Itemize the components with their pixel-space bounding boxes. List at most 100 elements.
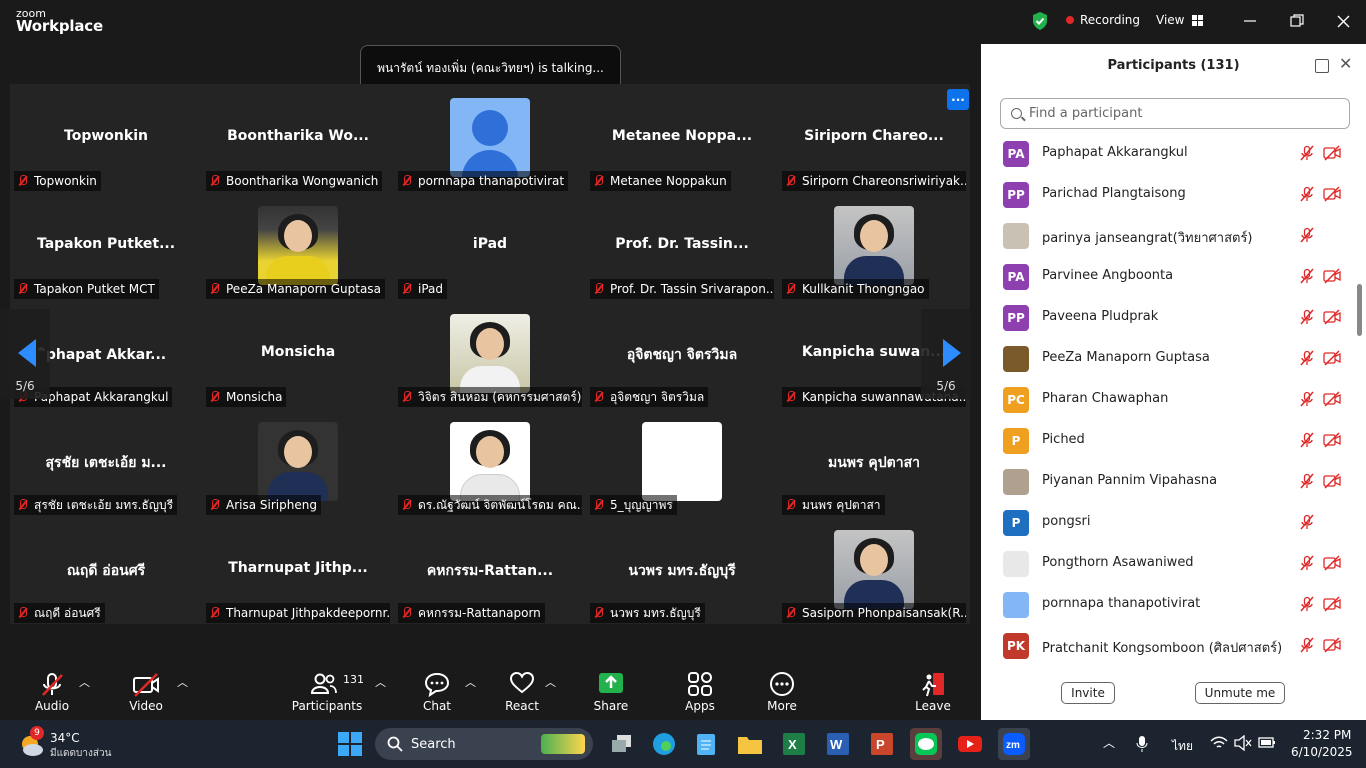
participants-button[interactable]: 131 Participants	[292, 661, 364, 720]
participant-tile[interactable]: คหกรรม-Rattan... คหกรรม-Rattanaporn	[394, 516, 586, 624]
powerpoint-icon[interactable]: P	[866, 728, 898, 760]
close-panel-icon[interactable]: ✕	[1339, 54, 1352, 73]
mic-muted-icon[interactable]	[1299, 555, 1315, 571]
next-page-button[interactable]: 5/6	[921, 309, 971, 399]
shield-check-icon[interactable]	[1031, 11, 1049, 31]
share-button[interactable]: Share	[592, 661, 630, 720]
video-off-icon[interactable]	[1323, 145, 1341, 161]
video-off-icon[interactable]	[1323, 555, 1341, 571]
participant-tile[interactable]: ณฤดี อ่อนศรี ณฤดี อ่อนศรี	[10, 516, 202, 624]
tray-chevron-icon[interactable]: ︿	[1103, 734, 1115, 751]
participant-tile[interactable]: Tapakon Putket... Tapakon Putket MCT	[10, 192, 202, 300]
participant-tile[interactable]: นวพร มทร.ธัญบุรี นวพร มทร.ธัญบุรี	[586, 516, 778, 624]
participant-tile[interactable]: Arisa Siripheng	[202, 408, 394, 516]
battery-icon[interactable]	[1258, 736, 1276, 749]
participant-row[interactable]: Ppongsri	[981, 502, 1354, 543]
participant-tile[interactable]: Topwonkin Topwonkin	[10, 84, 202, 192]
mic-muted-icon[interactable]	[1299, 227, 1315, 243]
mic-muted-icon[interactable]	[1299, 350, 1315, 366]
word-icon[interactable]: W	[822, 728, 854, 760]
participant-row[interactable]: Pongthorn Asawaniwed	[981, 543, 1354, 584]
video-off-icon[interactable]	[1323, 186, 1341, 202]
clock-date[interactable]: 6/10/2025	[1291, 745, 1353, 759]
leave-button[interactable]: Leave	[914, 661, 952, 720]
participant-tile[interactable]: 5_บุญญาพร	[586, 408, 778, 516]
video-off-icon[interactable]	[1323, 309, 1341, 325]
video-off-icon[interactable]	[1323, 637, 1341, 653]
mic-muted-icon[interactable]	[1299, 473, 1315, 489]
mic-muted-icon[interactable]	[1299, 391, 1315, 407]
participant-row[interactable]: Piyanan Pannim Vipahasna	[981, 461, 1354, 502]
scrollbar-thumb[interactable]	[1357, 284, 1362, 336]
participant-tile[interactable]: วิจิตร สินหอม (คหกรรมศาสตร์)	[394, 300, 586, 408]
participant-row[interactable]: PP Parichad Plangtaisong	[981, 174, 1354, 215]
mic-muted-icon[interactable]	[1299, 432, 1315, 448]
participant-row[interactable]: PA Paphapat Akkarangkul	[981, 133, 1354, 174]
participant-row[interactable]: parinya janseangrat(วิทยาศาสตร์)	[981, 215, 1354, 256]
mic-muted-icon[interactable]	[1299, 309, 1315, 325]
mic-muted-icon[interactable]	[1299, 596, 1315, 612]
video-off-icon[interactable]	[1323, 268, 1341, 284]
mic-muted-icon[interactable]	[1299, 145, 1315, 161]
maximize-button[interactable]	[1285, 10, 1309, 32]
excel-icon[interactable]: X	[778, 728, 810, 760]
video-off-icon[interactable]	[1323, 473, 1341, 489]
weather-widget[interactable]: 9 34°C มีแดดบางส่วน	[18, 726, 138, 762]
start-button[interactable]	[334, 728, 366, 760]
video-off-icon[interactable]	[1323, 350, 1341, 366]
participant-tile[interactable]: Tharnupat Jithp... Tharnupat Jithpakdeepo…	[202, 516, 394, 624]
audio-options-caret-icon[interactable]: ︿	[79, 674, 90, 690]
participant-tile[interactable]: Siriporn Chareo... Siriporn Chareonsriwir…	[778, 84, 970, 192]
participant-tile[interactable]: Boontharika Wo... Boontharika Wongwanich	[202, 84, 394, 192]
recording-indicator[interactable]: Recording	[1066, 13, 1140, 27]
invite-button[interactable]: Invite	[1061, 682, 1115, 704]
react-options-caret-icon[interactable]: ︿	[545, 674, 556, 690]
participant-tile[interactable]: อุจิตชญา จิตรวิมล อุจิตชญา จิตรวิมล	[586, 300, 778, 408]
view-button[interactable]: View	[1156, 13, 1204, 27]
clock-time[interactable]: 2:32 PM	[1303, 728, 1351, 742]
edge-browser-icon[interactable]	[648, 728, 680, 760]
participant-tile[interactable]: Sasiporn Phonpaisansak(R...	[778, 516, 970, 624]
minimize-button[interactable]	[1238, 10, 1262, 32]
chat-button[interactable]: Chat	[418, 661, 456, 720]
find-participant-input[interactable]: Find a participant	[1000, 98, 1350, 129]
video-button[interactable]: Video	[124, 661, 168, 720]
taskbar-search[interactable]: Search	[375, 728, 593, 760]
participant-tile[interactable]: Monsicha Monsicha	[202, 300, 394, 408]
microphone-tray-icon[interactable]	[1136, 735, 1148, 753]
file-explorer-icon[interactable]	[734, 728, 766, 760]
popout-icon[interactable]	[1315, 59, 1329, 73]
participant-row[interactable]: pornnapa thanapotivirat	[981, 584, 1354, 625]
mic-muted-icon[interactable]	[1299, 637, 1315, 653]
participant-tile[interactable]: สุรชัย เตชะเอ้ย ม... สุรชัย เตชะเอ้ย มทร.…	[10, 408, 202, 516]
video-off-icon[interactable]	[1323, 432, 1341, 448]
more-button[interactable]: More	[763, 661, 801, 720]
participant-row[interactable]: PA Parvinee Angboonta	[981, 256, 1354, 297]
participant-row[interactable]: PK Pratchanit Kongsomboon (ศิลปศาสตร์)	[981, 625, 1354, 660]
react-button[interactable]: React	[503, 661, 541, 720]
participant-row[interactable]: PP Paveena Pludprak	[981, 297, 1354, 338]
participant-tile[interactable]: pornnapa thanapotivirat	[394, 84, 586, 192]
volume-muted-icon[interactable]	[1234, 735, 1252, 751]
participant-row[interactable]: P Piched	[981, 420, 1354, 461]
participant-list-scrollbar[interactable]	[1356, 133, 1362, 660]
participant-tile[interactable]: Kullkanit Thongngao	[778, 192, 970, 300]
video-off-icon[interactable]	[1323, 391, 1341, 407]
participant-tile[interactable]: PeeZa Manaporn Guptasa	[202, 192, 394, 300]
notepad-icon[interactable]	[690, 728, 722, 760]
close-window-button[interactable]	[1331, 10, 1355, 32]
video-options-caret-icon[interactable]: ︿	[177, 674, 188, 690]
wifi-icon[interactable]	[1210, 736, 1228, 750]
chat-options-caret-icon[interactable]: ︿	[465, 674, 476, 690]
participant-tile[interactable]: มนพร คุปตาสา มนพร คุปตาสา	[778, 408, 970, 516]
mic-muted-icon[interactable]	[1299, 268, 1315, 284]
participant-tile[interactable]: ดร.ณัฐวัฒน์ จิตพัฒน์โรดม คณ...	[394, 408, 586, 516]
participant-row[interactable]: PeeZa Manaporn Guptasa	[981, 338, 1354, 379]
unmute-me-button[interactable]: Unmute me	[1195, 682, 1285, 704]
audio-button[interactable]: Audio	[30, 661, 74, 720]
gallery-more-options-button[interactable]: ···	[947, 89, 969, 110]
mic-muted-icon[interactable]	[1299, 514, 1315, 530]
apps-button[interactable]: Apps	[681, 661, 719, 720]
language-indicator[interactable]: ไทย	[1172, 737, 1193, 756]
zoom-taskbar-icon[interactable]: zm	[998, 728, 1030, 760]
